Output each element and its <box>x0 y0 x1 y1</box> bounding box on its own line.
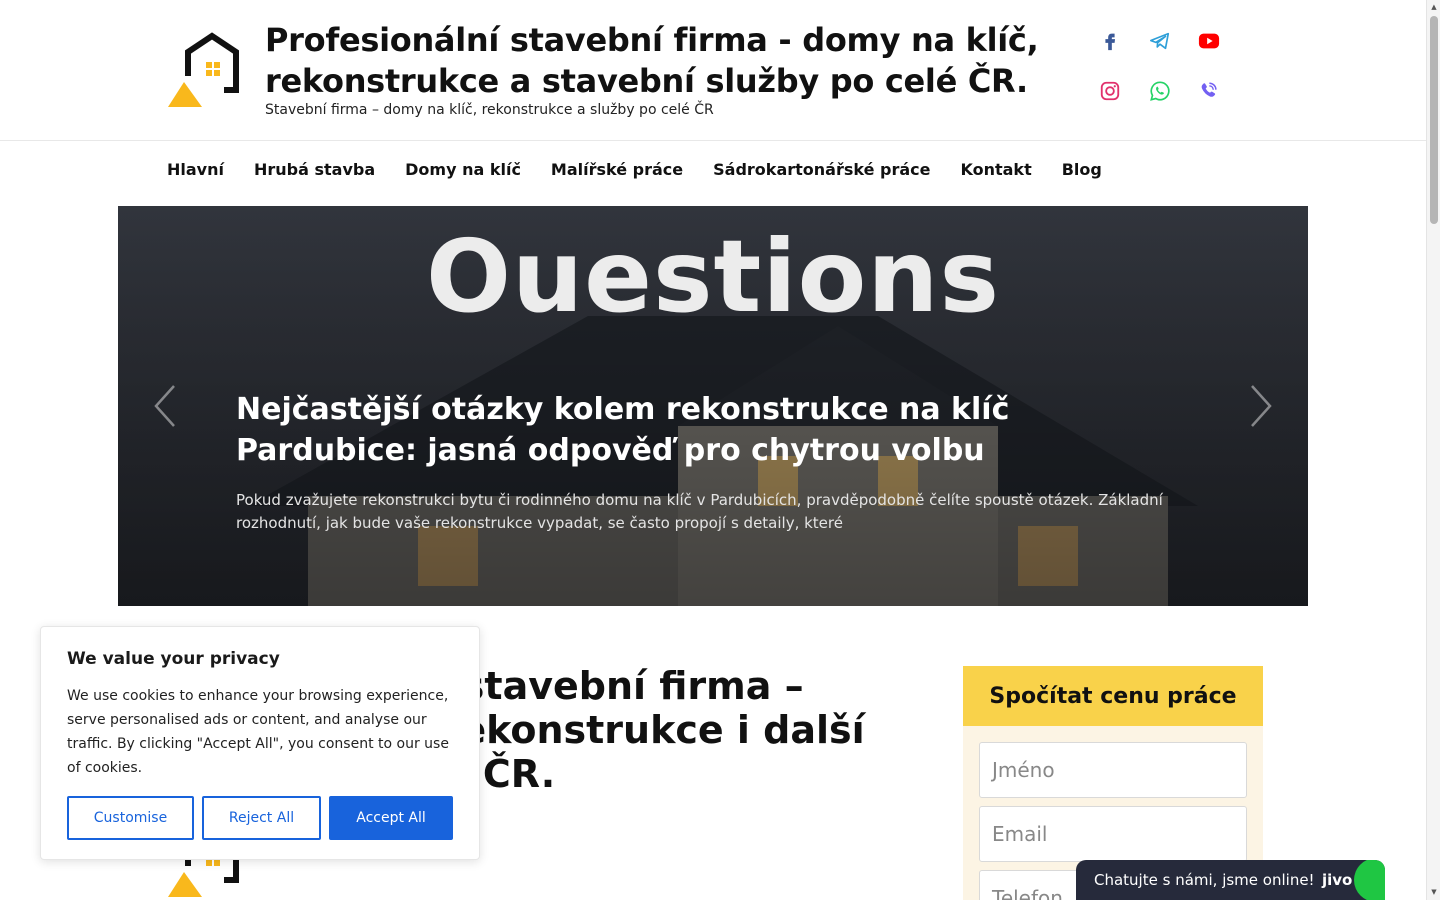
hero-watermark-text: Ouestions <box>425 218 1001 335</box>
site-header: Profesionální stavební firma - domy na k… <box>0 0 1426 141</box>
nav-item-blog[interactable]: Blog <box>1062 160 1102 179</box>
cookie-consent-banner: We value your privacy We use cookies to … <box>40 626 480 860</box>
hero-excerpt: Pokud zvažujete rekonstrukci bytu či rod… <box>236 491 1163 532</box>
slider-next-arrow-icon[interactable] <box>1246 382 1276 430</box>
site-title[interactable]: Profesionální stavební firma - domy na k… <box>265 20 1045 102</box>
viber-icon[interactable] <box>1196 78 1222 104</box>
facebook-icon[interactable] <box>1097 28 1123 54</box>
scroll-down-icon[interactable]: ▼ <box>1430 888 1438 896</box>
scroll-up-icon[interactable]: ▲ <box>1430 3 1438 11</box>
calculator-title: Spočítat cenu práce <box>963 666 1263 726</box>
nav-item-sadrokartonarske-prace[interactable]: Sádrokartonářské práce <box>713 160 930 179</box>
hero-slider[interactable]: Ouestions Nejčastější otázky kolem rekon… <box>118 206 1308 606</box>
chat-brand-logo: jivo <box>1322 871 1353 889</box>
site-logo[interactable] <box>166 30 246 110</box>
site-tagline: Stavební firma – domy na klíč, rekonstru… <box>265 102 714 118</box>
accept-all-button[interactable]: Accept All <box>329 796 453 840</box>
youtube-icon[interactable] <box>1196 28 1222 54</box>
hero-title[interactable]: Nejčastější otázky kolem rekonstrukce na… <box>236 389 1096 471</box>
page-scrollbar[interactable]: ▲ ▼ <box>1426 0 1440 900</box>
main-nav: Hlavní Hrubá stavba Domy na klíč Malířsk… <box>167 160 1102 179</box>
customise-button[interactable]: Customise <box>67 796 194 840</box>
nav-item-malirske-prace[interactable]: Malířské práce <box>551 160 683 179</box>
chat-widget[interactable]: Chatujte s námi, jsme online! jivo <box>1076 860 1385 900</box>
whatsapp-icon[interactable] <box>1147 78 1173 104</box>
telegram-icon[interactable] <box>1147 28 1173 54</box>
chat-label: Chatujte s námi, jsme online! <box>1094 871 1315 889</box>
email-field[interactable]: Email <box>979 806 1247 862</box>
slider-prev-arrow-icon[interactable] <box>150 382 180 430</box>
nav-item-hlavni[interactable]: Hlavní <box>167 160 224 179</box>
scrollbar-thumb[interactable] <box>1430 16 1438 224</box>
chat-bubble-icon <box>1354 860 1385 900</box>
nav-item-domy-na-klic[interactable]: Domy na klíč <box>405 160 521 179</box>
instagram-icon[interactable] <box>1097 78 1123 104</box>
reject-all-button[interactable]: Reject All <box>202 796 321 840</box>
cookie-text: We use cookies to enhance your browsing … <box>67 688 449 776</box>
nav-item-hruba-stavba[interactable]: Hrubá stavba <box>254 160 375 179</box>
name-field[interactable]: Jméno <box>979 742 1247 798</box>
cookie-title: We value your privacy <box>67 649 280 669</box>
nav-item-kontakt[interactable]: Kontakt <box>960 160 1031 179</box>
